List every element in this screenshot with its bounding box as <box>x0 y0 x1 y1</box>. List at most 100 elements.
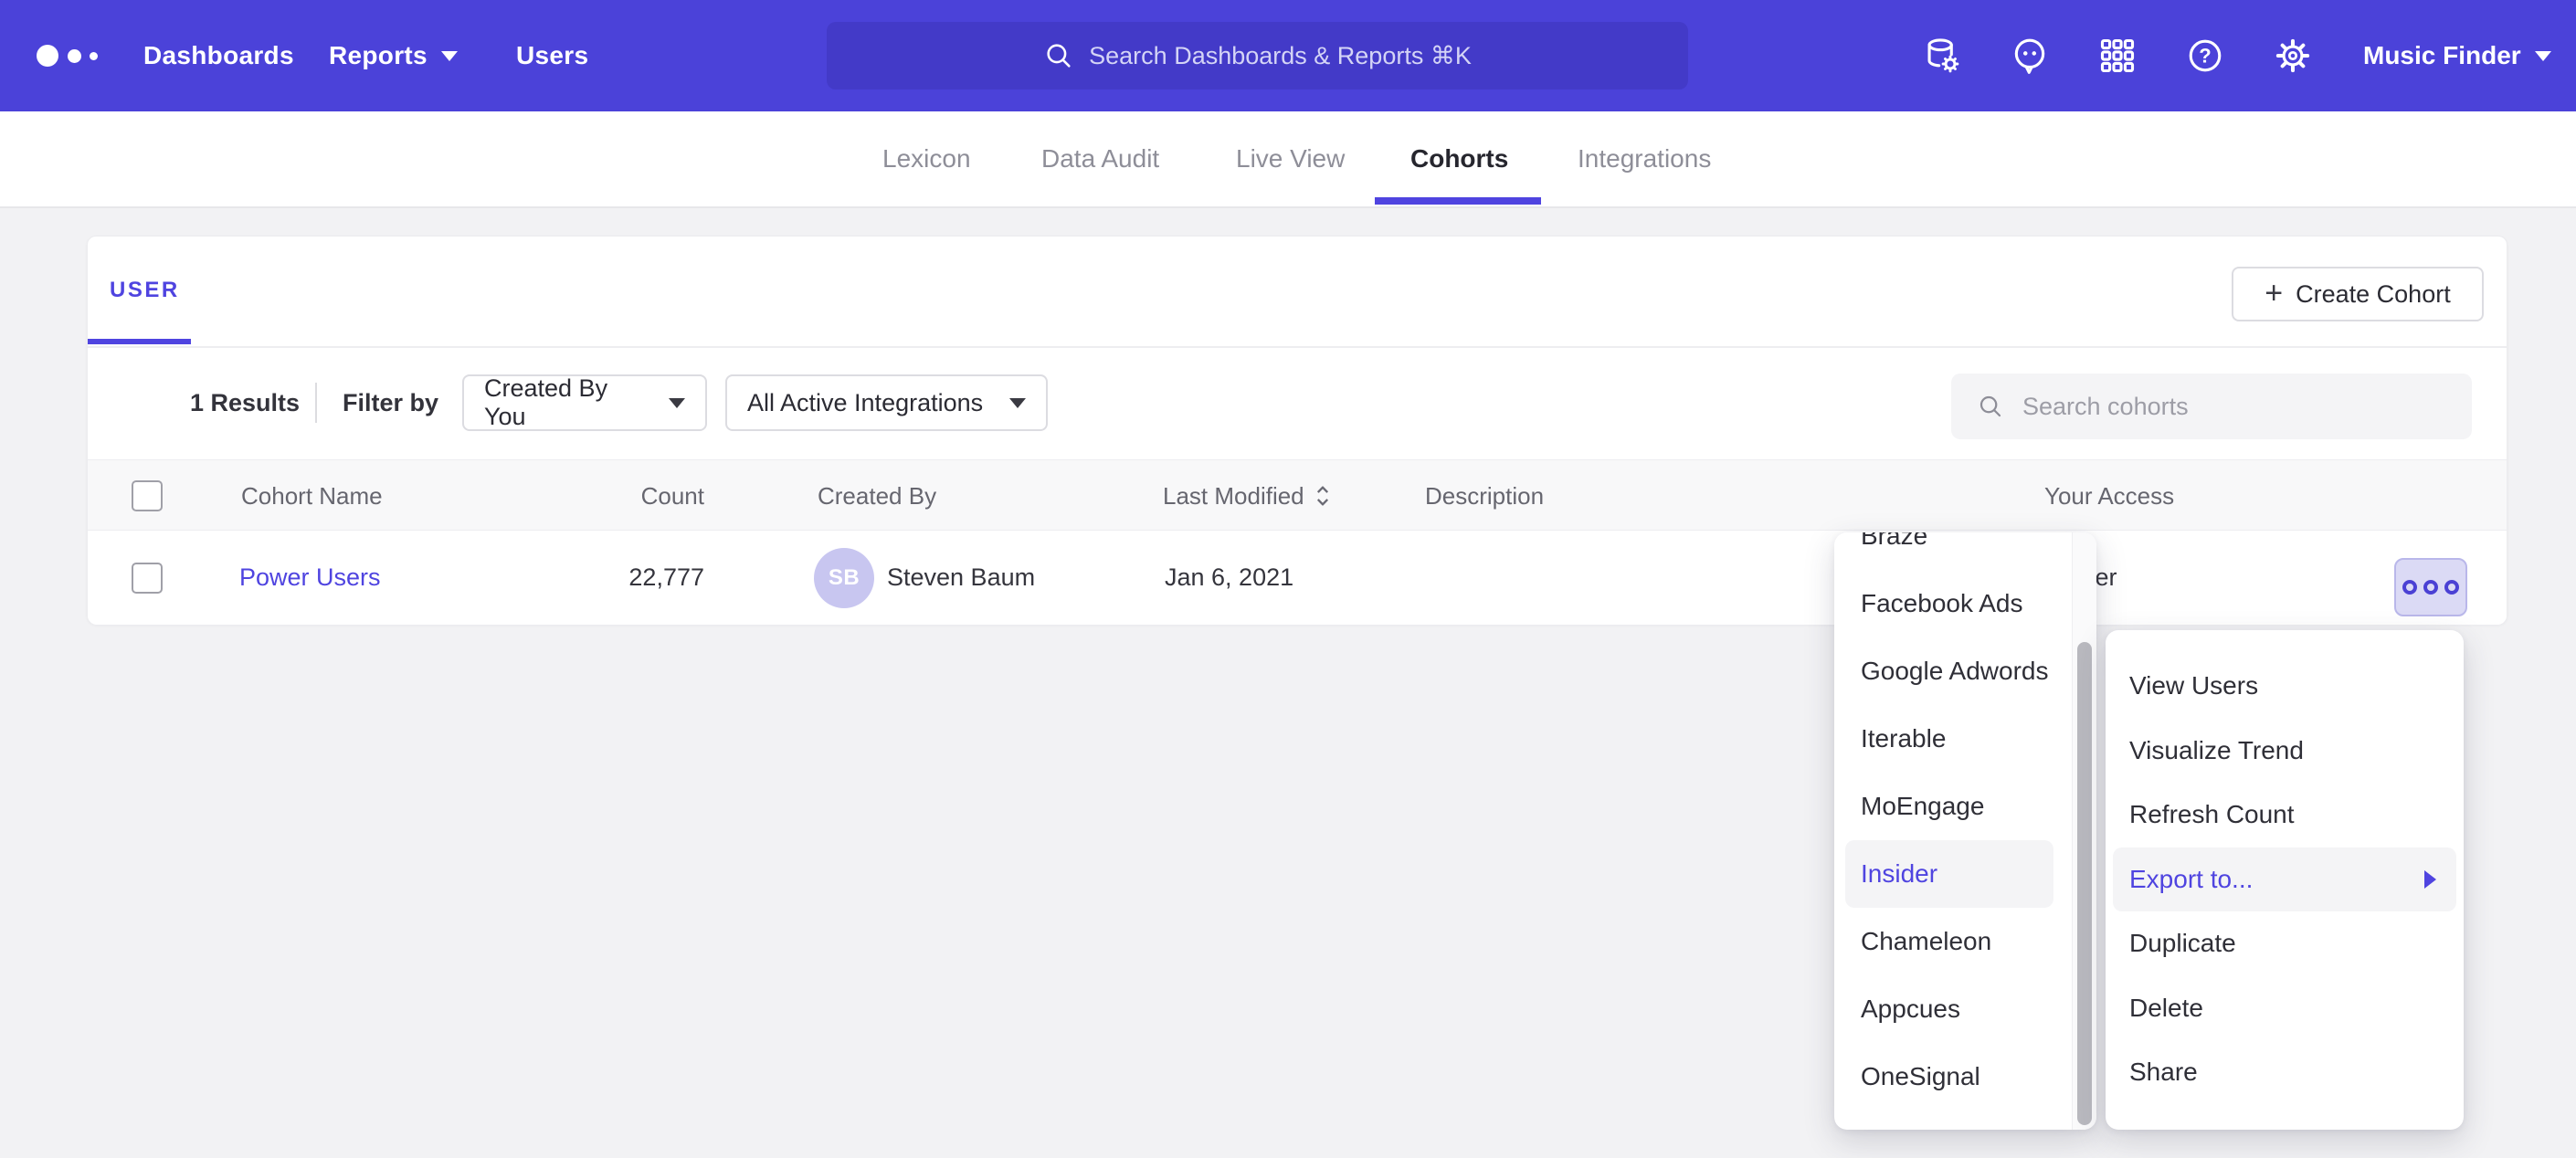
divider <box>315 383 317 423</box>
export-option-braze[interactable]: Braze <box>1834 532 2072 570</box>
tab-lexicon-label: Lexicon <box>882 144 971 174</box>
cohort-name-link[interactable]: Power Users <box>239 563 381 592</box>
export-option-iterable-label: Iterable <box>1861 724 1946 753</box>
user-tab-underline <box>88 339 191 344</box>
submenu-scrollbar-track[interactable] <box>2072 532 2096 1130</box>
export-option-onesignal-label: OneSignal <box>1861 1062 1980 1091</box>
top-navbar: Dashboards Reports Users Search Dashboar… <box>0 0 2576 111</box>
export-option-braze-label: Braze <box>1861 532 1927 551</box>
table-header: Cohort Name Count Created By Last Modifi… <box>88 459 2507 531</box>
global-search-bar[interactable]: Search Dashboards & Reports ⌘K <box>827 22 1688 89</box>
logo-dot-small <box>90 52 98 60</box>
export-submenu: Braze Facebook Ads Google Adwords Iterab… <box>1834 532 2096 1130</box>
last-modified-cell: Jan 6, 2021 <box>1165 531 1293 625</box>
filter-integrations-dropdown[interactable]: All Active Integrations <box>725 374 1048 431</box>
logo-dot-medium <box>68 49 81 63</box>
export-option-insider-label: Insider <box>1861 859 1937 889</box>
chevron-down-icon <box>669 398 685 408</box>
workspace-name: Music Finder <box>2363 41 2521 70</box>
export-option-appcues-label: Appcues <box>1861 995 1960 1024</box>
export-option-iterable[interactable]: Iterable <box>1834 705 2072 773</box>
select-all-checkbox[interactable] <box>132 480 163 511</box>
menu-item-view-users-label: View Users <box>2129 671 2258 700</box>
col-cohort-name: Cohort Name <box>241 460 383 532</box>
export-option-chameleon-label: Chameleon <box>1861 927 1991 956</box>
col-your-access: Your Access <box>2044 460 2174 532</box>
col-created-by: Created By <box>818 460 936 532</box>
settings-gear-icon[interactable] <box>2273 36 2313 76</box>
tab-integrations[interactable]: Integrations <box>1578 111 1711 206</box>
submenu-scrollbar-thumb[interactable] <box>2077 642 2092 1125</box>
nav-link-reports-label: Reports <box>329 41 428 70</box>
export-option-appcues[interactable]: Appcues <box>1834 975 2072 1043</box>
export-option-onesignal[interactable]: OneSignal <box>1834 1043 2072 1111</box>
cohorts-page: Dashboards Reports Users Search Dashboar… <box>0 0 2576 1158</box>
nav-link-dashboards[interactable]: Dashboards <box>143 0 294 111</box>
export-option-google-adwords-label: Google Adwords <box>1861 657 2048 686</box>
export-option-google-adwords[interactable]: Google Adwords <box>1834 637 2072 705</box>
cohort-search-input[interactable] <box>2021 392 2446 422</box>
col-description: Description <box>1425 460 1544 532</box>
tab-user-cohorts-label: USER <box>110 278 180 303</box>
cohorts-card: USER + Create Cohort 1 Results Filter by… <box>87 236 2507 625</box>
export-option-chameleon[interactable]: Chameleon <box>1834 908 2072 975</box>
create-cohort-button[interactable]: + Create Cohort <box>2232 267 2484 321</box>
cohort-search-field[interactable] <box>1951 374 2472 439</box>
export-option-insider[interactable]: Insider <box>1845 840 2053 908</box>
row-checkbox[interactable] <box>132 563 163 594</box>
data-management-icon[interactable] <box>1922 36 1962 76</box>
search-icon <box>1043 40 1074 71</box>
menu-item-export-to-label: Export to... <box>2129 865 2253 894</box>
chevron-down-icon <box>441 51 458 61</box>
col-last-modified-label: Last Modified <box>1163 482 1304 511</box>
tab-live-view[interactable]: Live View <box>1236 111 1345 206</box>
nav-link-dashboards-label: Dashboards <box>143 41 294 70</box>
export-option-facebook-ads[interactable]: Facebook Ads <box>1834 570 2072 637</box>
row-context-menu: View Users Visualize Trend Refresh Count… <box>2106 630 2464 1130</box>
menu-item-refresh-count[interactable]: Refresh Count <box>2106 783 2464 847</box>
chevron-down-icon <box>1009 398 1026 408</box>
cohort-type-header: USER + Create Cohort <box>88 237 2507 348</box>
filter-integrations-value: All Active Integrations <box>747 389 983 417</box>
secondary-nav: Lexicon Data Audit Live View Cohorts Int… <box>0 111 2576 208</box>
tab-lexicon[interactable]: Lexicon <box>882 111 971 206</box>
filter-created-by-dropdown[interactable]: Created By You <box>462 374 707 431</box>
export-option-facebook-ads-label: Facebook Ads <box>1861 589 2022 618</box>
row-actions-button[interactable] <box>2394 558 2467 616</box>
tab-cohorts-label: Cohorts <box>1410 144 1508 174</box>
apps-grid-icon[interactable] <box>2097 36 2138 76</box>
menu-item-visualize-trend[interactable]: Visualize Trend <box>2106 719 2464 784</box>
export-option-moengage[interactable]: MoEngage <box>1834 773 2072 840</box>
menu-item-share-label: Share <box>2129 1058 2198 1087</box>
tab-data-audit[interactable]: Data Audit <box>1041 111 1159 206</box>
tab-user-cohorts[interactable]: USER <box>110 237 180 344</box>
menu-item-delete[interactable]: Delete <box>2106 976 2464 1041</box>
menu-item-export-to[interactable]: Export to... <box>2113 847 2456 912</box>
tab-live-view-label: Live View <box>1236 144 1345 174</box>
feedback-icon[interactable] <box>2010 36 2050 76</box>
help-icon[interactable]: ? <box>2185 36 2225 76</box>
nav-link-users-label: Users <box>516 41 588 70</box>
col-count: Count <box>595 460 704 532</box>
nav-link-users[interactable]: Users <box>516 0 588 111</box>
sort-icon <box>1315 484 1330 508</box>
submenu-arrow-icon <box>2424 870 2436 889</box>
ellipsis-circle-icon <box>2402 580 2417 595</box>
global-search-placeholder: Search Dashboards & Reports ⌘K <box>1089 42 1472 70</box>
svg-text:?: ? <box>2199 45 2211 68</box>
search-icon <box>1977 393 2004 420</box>
menu-item-duplicate[interactable]: Duplicate <box>2106 911 2464 976</box>
menu-item-view-users[interactable]: View Users <box>2106 654 2464 719</box>
ellipsis-circle-icon <box>2423 580 2438 595</box>
menu-item-share[interactable]: Share <box>2106 1040 2464 1105</box>
chevron-down-icon <box>2535 51 2551 61</box>
filter-created-by-value: Created By You <box>484 374 652 431</box>
created-by-cell: Steven Baum <box>887 531 1035 625</box>
col-last-modified-sort[interactable]: Last Modified <box>1163 460 1330 532</box>
tab-data-audit-label: Data Audit <box>1041 144 1159 174</box>
nav-link-reports[interactable]: Reports <box>329 0 458 111</box>
menu-item-visualize-trend-label: Visualize Trend <box>2129 736 2304 765</box>
ellipsis-circle-icon <box>2444 580 2459 595</box>
tab-cohorts[interactable]: Cohorts <box>1410 111 1508 206</box>
workspace-switcher[interactable]: Music Finder <box>2363 0 2551 111</box>
